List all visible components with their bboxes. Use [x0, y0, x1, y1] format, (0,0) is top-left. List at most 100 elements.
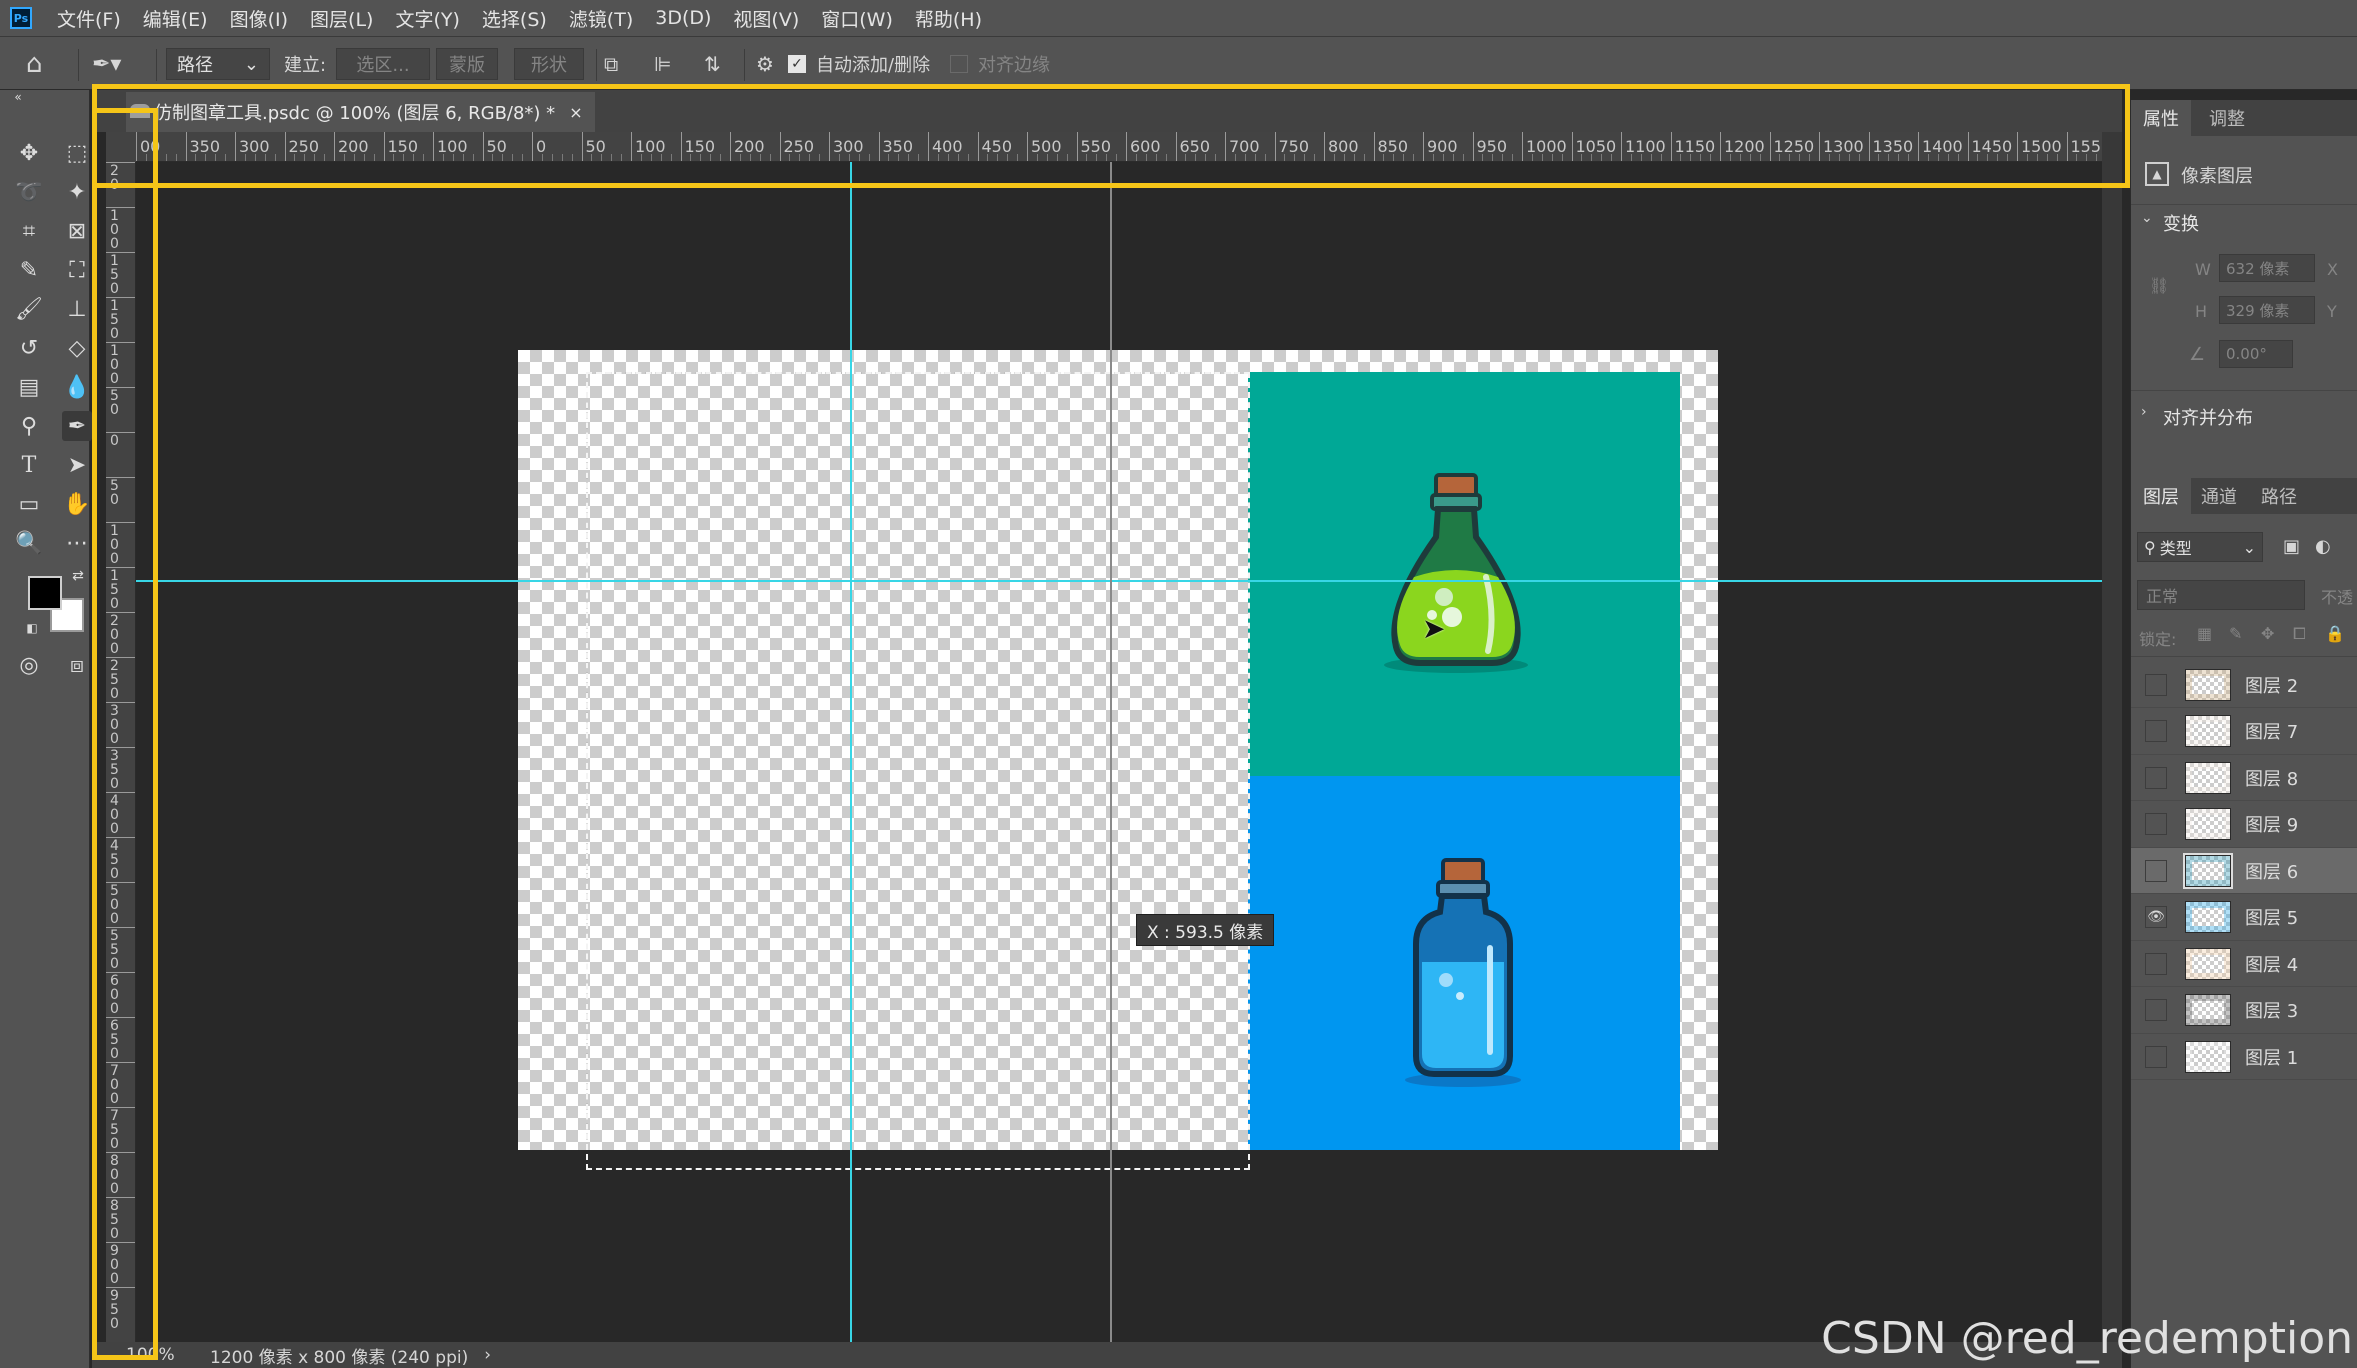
zoom-tool-icon[interactable]: 🔍 [14, 528, 44, 558]
marquee-tool-icon[interactable]: ⬚ [62, 138, 92, 168]
visibility-toggle[interactable] [2145, 813, 2167, 835]
transform-section-title[interactable]: 变换 [2163, 210, 2199, 236]
height-field[interactable]: 329 像素 [2219, 296, 2315, 324]
gear-icon[interactable]: ⚙ [756, 37, 774, 91]
lock-position-icon[interactable]: ✥ [2261, 624, 2274, 643]
history-brush-tool-icon[interactable]: ↺ [14, 333, 44, 363]
menu-image[interactable]: 图像(I) [219, 5, 299, 32]
visibility-toggle[interactable] [2145, 1045, 2167, 1068]
width-field[interactable]: 632 像素 [2219, 254, 2315, 282]
layer-filter-select[interactable]: ⚲ 类型 ⌄ [2137, 532, 2263, 562]
path-selection-tool-icon[interactable]: ➤ [62, 450, 92, 480]
eraser-tool-icon[interactable]: ◇ [62, 333, 92, 363]
make-selection-button[interactable]: 选区... [336, 48, 430, 80]
ruler-origin[interactable] [106, 132, 136, 162]
menu-help[interactable]: 帮助(H) [904, 5, 993, 32]
brush-tool-icon[interactable]: 🖌 [14, 294, 44, 324]
layer-row[interactable]: 图层 3 [2131, 988, 2357, 1034]
angle-field[interactable]: 0.00° [2219, 340, 2293, 368]
magic-wand-tool-icon[interactable]: ✦ [62, 177, 92, 207]
vertical-guide-dragging[interactable] [1110, 162, 1112, 1342]
menu-view[interactable]: 视图(V) [722, 5, 810, 32]
menu-3d[interactable]: 3D(D) [644, 7, 722, 29]
link-dimensions-icon[interactable]: ⛓ [2149, 276, 2169, 295]
align-edges-checkbox[interactable] [950, 55, 968, 73]
auto-add-delete-checkbox[interactable]: ✓ [788, 55, 806, 73]
menu-filter[interactable]: 滤镜(T) [558, 5, 644, 32]
gradient-tool-icon[interactable]: ▤ [14, 372, 44, 402]
path-alignment-icon[interactable]: ⊫ [654, 37, 671, 91]
chevron-down-icon[interactable]: ⌄ [2141, 210, 2153, 226]
layer-row[interactable]: 图层 8 [2131, 755, 2357, 801]
type-tool-icon[interactable]: T [14, 450, 44, 480]
horizontal-ruler[interactable]: 00 350 300 250 200 150 100 50 0 50 100 150 200 250 300… [136, 132, 2102, 162]
visibility-toggle[interactable] [2145, 720, 2167, 742]
document-tab[interactable]: 仿制图章工具.psdc @ 100% (图层 6, RGB/8*) * × [126, 92, 595, 132]
eye-icon[interactable]: 👁 [2145, 906, 2167, 928]
layer-row[interactable]: 图层 7 [2131, 709, 2357, 755]
layer-row[interactable]: 👁 图层 5 [2131, 895, 2357, 941]
crop-tool-icon[interactable]: ⌗ [14, 216, 44, 246]
vertical-ruler[interactable]: 20 100 150 150 100 50 0 50 100 150 200 250 300 350 400… [106, 162, 136, 1342]
blur-tool-icon[interactable]: 💧 [62, 372, 92, 402]
tab-adjustments[interactable]: 调整 [2197, 100, 2257, 136]
align-distribute-section-title[interactable]: 对齐并分布 [2163, 404, 2253, 430]
clone-stamp-tool-icon[interactable]: ⊥ [62, 294, 92, 324]
dodge-tool-icon[interactable]: ⚲ [14, 411, 44, 441]
filter-pixel-icon[interactable]: ▣ [2283, 536, 2300, 557]
path-mode-select[interactable]: 路径 ⌄ [166, 48, 270, 80]
menu-layer[interactable]: 图层(L) [299, 5, 384, 32]
frame-tool-icon[interactable]: ⊠ [62, 216, 92, 246]
layer-row[interactable]: 图层 6 [2131, 848, 2357, 894]
lock-transparent-icon[interactable]: ▦ [2197, 624, 2212, 643]
path-arrangement-icon[interactable]: ⇅ [704, 37, 721, 91]
menu-file[interactable]: 文件(F) [46, 5, 132, 32]
zoom-level[interactable]: 100% [126, 1345, 190, 1365]
make-mask-button[interactable]: 蒙版 [436, 48, 498, 80]
visibility-toggle[interactable] [2145, 673, 2167, 696]
menu-select[interactable]: 选择(S) [471, 5, 558, 32]
quick-mask-icon[interactable]: ◎ [14, 650, 44, 680]
photoshop-logo-icon[interactable]: Ps [10, 7, 32, 29]
path-operations-icon[interactable]: ⧉ [604, 37, 618, 91]
screen-mode-icon[interactable]: ⧈ [62, 650, 92, 680]
menu-type[interactable]: 文字(Y) [384, 5, 470, 32]
default-colors-icon[interactable]: ◧ [24, 620, 40, 636]
swap-colors-icon[interactable]: ⇄ [70, 568, 86, 584]
make-shape-button[interactable]: 形状 [514, 48, 584, 80]
layer-row[interactable]: 图层 4 [2131, 941, 2357, 987]
more-tools-icon[interactable]: ⋯ [62, 528, 92, 558]
chevron-right-icon[interactable]: › [2141, 404, 2147, 420]
menu-edit[interactable]: 编辑(E) [132, 5, 219, 32]
visibility-toggle[interactable] [2145, 999, 2167, 1021]
canvas-area[interactable]: ➤ X : 593.5 像素 [136, 162, 2102, 1342]
move-tool-icon[interactable]: ✥ [14, 138, 44, 168]
tab-paths[interactable]: 路径 [2249, 478, 2309, 514]
rectangle-tool-icon[interactable]: ▭ [14, 489, 44, 519]
menu-window[interactable]: 窗口(W) [810, 5, 904, 32]
eyedropper-tool-icon[interactable]: ✎ [14, 255, 44, 285]
layer-row[interactable]: 图层 1 [2131, 1034, 2357, 1080]
visibility-toggle[interactable] [2145, 952, 2167, 975]
layer-row[interactable]: 图层 2 [2131, 662, 2357, 708]
filter-adjustment-icon[interactable]: ◐ [2315, 536, 2331, 557]
lock-artboard-icon[interactable]: ⧠ [2293, 624, 2306, 644]
visibility-toggle[interactable] [2145, 766, 2167, 789]
foreground-color-swatch-front[interactable] [28, 576, 62, 610]
hand-tool-icon[interactable]: ✋ [62, 489, 92, 519]
horizontal-guide[interactable] [136, 580, 2102, 582]
pen-tool-icon[interactable]: ✒ [62, 411, 92, 441]
tab-layers[interactable]: 图层 [2131, 478, 2191, 514]
lasso-tool-icon[interactable]: ➰ [14, 177, 44, 207]
tab-channels[interactable]: 通道 [2189, 478, 2249, 514]
chevron-right-icon[interactable]: › [484, 1345, 491, 1365]
document-info[interactable]: 1200 像素 x 800 像素 (240 ppi) [210, 1343, 468, 1368]
lock-all-icon[interactable]: 🔒 [2325, 624, 2345, 643]
layer-row[interactable]: 图层 9 [2131, 802, 2357, 848]
pen-tool-preset-icon[interactable]: ✒▾ [92, 37, 121, 91]
close-tab-icon[interactable]: × [569, 103, 582, 122]
blend-mode-select[interactable]: 正常 [2137, 580, 2305, 610]
tab-properties[interactable]: 属性 [2131, 100, 2191, 136]
healing-brush-tool-icon[interactable]: ⛶ [62, 255, 92, 285]
lock-pixels-icon[interactable]: ✎ [2229, 624, 2242, 643]
